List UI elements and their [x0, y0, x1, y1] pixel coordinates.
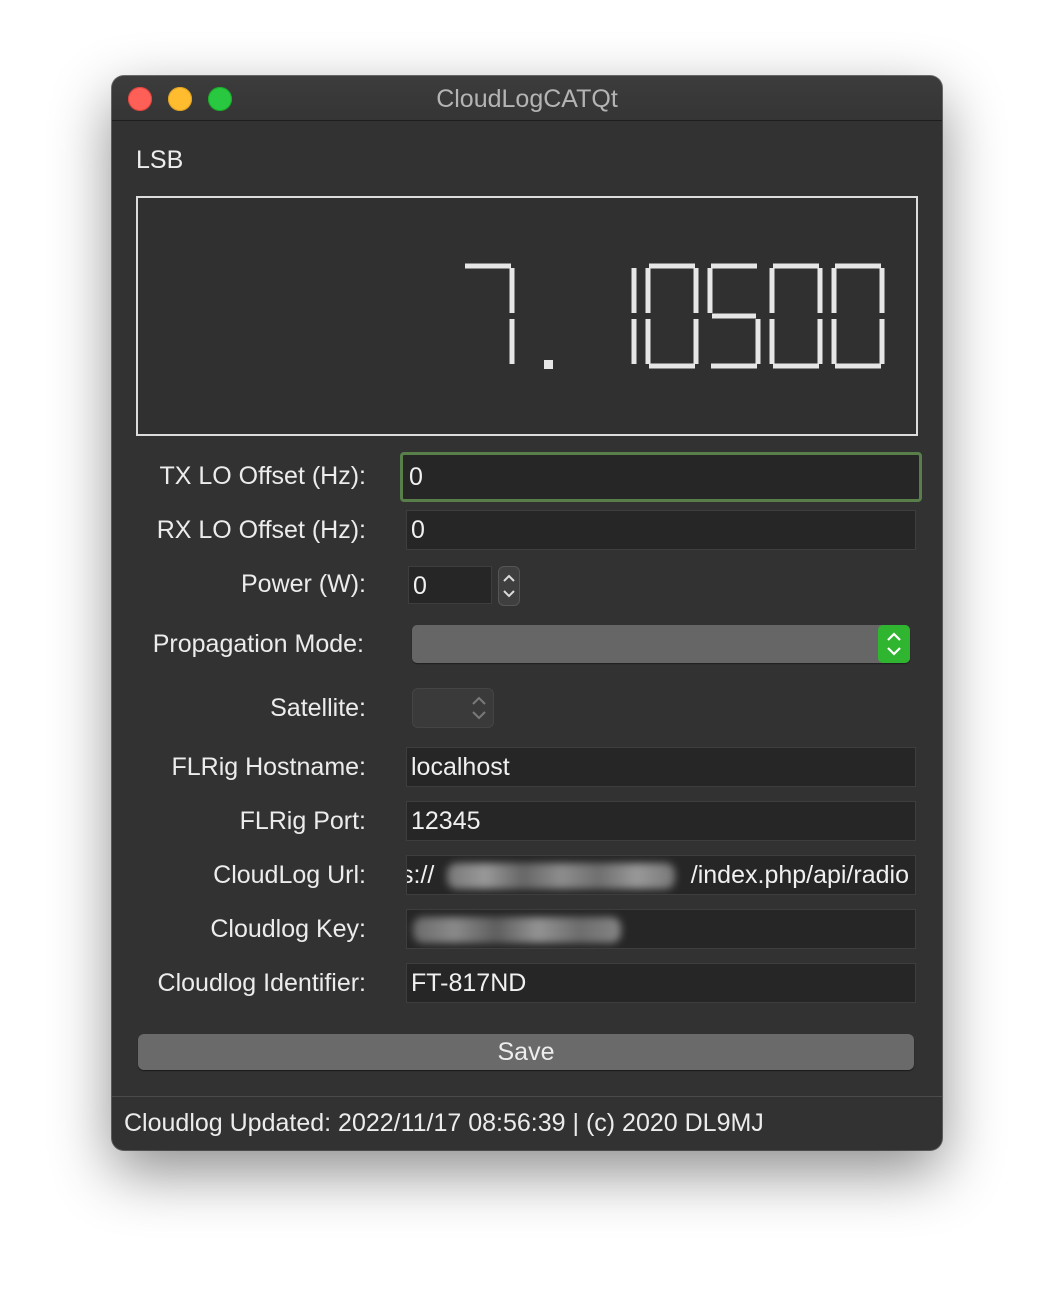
window-title: CloudLogCATQt — [436, 85, 618, 113]
propagation-mode-label: Propagation Mode: — [152, 630, 364, 658]
save-button[interactable]: Save — [138, 1034, 914, 1070]
cloudlog-identifier-input[interactable]: FT-817ND — [406, 963, 916, 1003]
flrig-hostname-input[interactable]: localhost — [406, 747, 916, 787]
lcd-digit-5 — [831, 263, 885, 369]
redacted-api-key — [413, 917, 621, 943]
flrig-port-label: FLRig Port: — [239, 807, 366, 835]
propagation-mode-select[interactable] — [412, 625, 910, 663]
flrig-hostname-label: FLRig Hostname: — [171, 753, 366, 781]
power-label: Power (W): — [241, 570, 366, 598]
propagation-mode-dropdown-button[interactable] — [878, 625, 910, 663]
chevron-up-down-icon — [887, 632, 901, 656]
tx-lo-offset-input[interactable]: 0 — [400, 452, 922, 502]
rx-lo-offset-label: RX LO Offset (Hz): — [156, 516, 366, 544]
lcd-dot — [544, 360, 553, 369]
cloudlog-url-label: CloudLog Url: — [213, 861, 366, 889]
stepper-arrows-icon — [503, 574, 515, 598]
cloudlog-identifier-label: Cloudlog Identifier: — [157, 969, 366, 997]
redacted-url-host — [447, 863, 675, 889]
frequency-display — [136, 196, 918, 436]
lcd-digit-4 — [769, 263, 823, 369]
status-text: Cloudlog Updated: 2022/11/17 08:56:39 | … — [124, 1109, 764, 1137]
cloudlog-key-label: Cloudlog Key: — [210, 915, 366, 943]
cloudlog-url-prefix: s:// — [407, 861, 435, 889]
cloudlog-key-input[interactable] — [406, 909, 916, 949]
power-spinbox[interactable]: 0 — [408, 566, 492, 604]
rx-lo-offset-input[interactable]: 0 — [406, 510, 916, 550]
flrig-port-input[interactable]: 12345 — [406, 801, 916, 841]
lcd-digit-3 — [707, 263, 761, 369]
title-bar[interactable]: CloudLogCATQt — [112, 76, 942, 121]
status-bar: Cloudlog Updated: 2022/11/17 08:56:39 | … — [112, 1096, 942, 1150]
satellite-select[interactable] — [412, 688, 494, 728]
tx-lo-offset-label: TX LO Offset (Hz): — [159, 462, 366, 490]
frequency-lcd — [465, 263, 885, 369]
main-window: CloudLogCATQt LSB TX LO Offset (Hz): 0 R… — [112, 76, 942, 1150]
satellite-label: Satellite: — [270, 694, 366, 722]
power-stepper[interactable] — [498, 566, 520, 606]
cloudlog-url-input[interactable]: s:// /index.php/api/radio — [406, 855, 916, 895]
lcd-digit-2 — [645, 263, 699, 369]
lcd-digit-0 — [465, 263, 515, 364]
chevron-up-down-icon — [472, 696, 486, 720]
lcd-decimal-point — [544, 360, 553, 369]
mode-label: LSB — [136, 146, 184, 174]
cloudlog-url-suffix: /index.php/api/radio — [690, 861, 909, 889]
